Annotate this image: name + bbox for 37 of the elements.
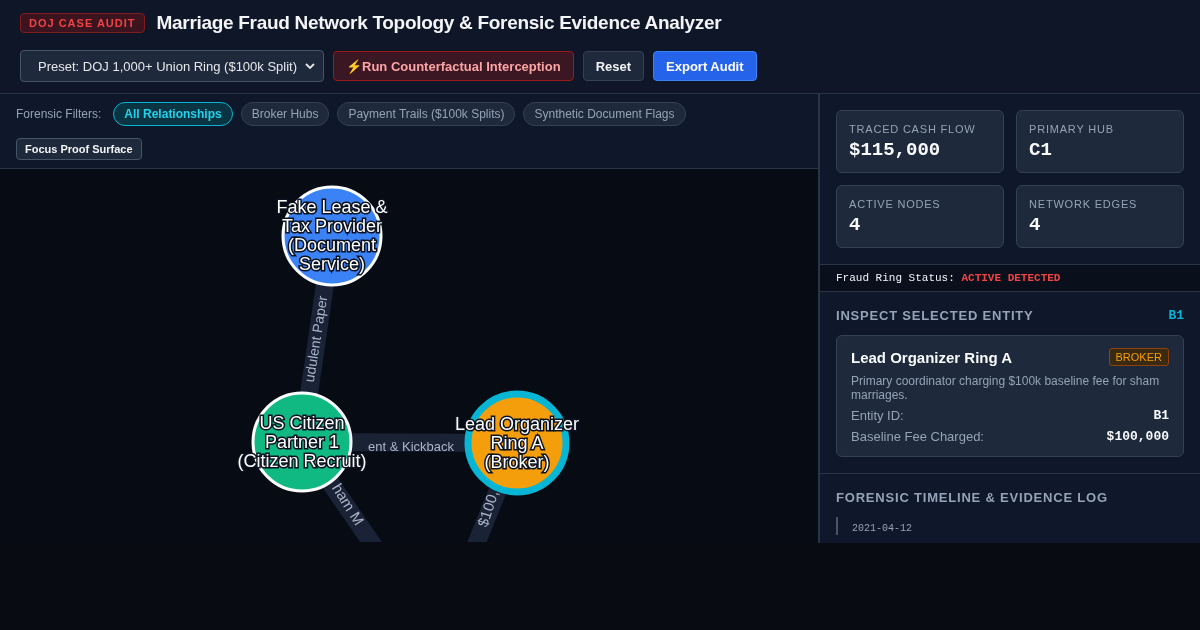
stat-value: $115,000 xyxy=(849,139,942,161)
filter-chip[interactable]: All Relationships xyxy=(113,102,233,126)
filters-label: Forensic Filters: xyxy=(16,107,102,121)
stat-label: TRACED CASH FLOW xyxy=(849,123,977,135)
status-label: Fraud Ring Status: xyxy=(836,272,955,284)
edge-label: $100, xyxy=(473,488,502,529)
field-value: $100,000 xyxy=(1106,429,1169,444)
edge-label: ent & Kickback xyxy=(368,439,454,455)
toolbar-button[interactable]: Export Audit xyxy=(653,51,757,81)
edge-label: udulent Paper xyxy=(301,294,331,384)
stat-label: NETWORK EDGES xyxy=(1029,198,1139,210)
timeline-date: 2021-04-12 xyxy=(852,523,912,534)
entity-description: Primary coordinator charging $100k baseline fee for sham marriages. xyxy=(851,374,1161,402)
field-value: B1 xyxy=(1153,408,1169,423)
case-badge: DOJ CASE AUDIT xyxy=(20,13,145,33)
stat-label: PRIMARY HUB xyxy=(1029,123,1115,135)
chevron-icon xyxy=(305,62,315,70)
field-label: Baseline Fee Charged: xyxy=(851,429,984,444)
stat-value: 4 xyxy=(1029,214,1042,236)
status-value: ACTIVE DETECTED xyxy=(961,272,1061,284)
filter-chip[interactable]: Payment Trails ($100k Splits) xyxy=(337,102,516,126)
entity-id: B1 xyxy=(1168,308,1184,323)
filter-chip[interactable]: Synthetic Document Flags xyxy=(523,102,686,126)
section-heading: INSPECT SELECTED ENTITY xyxy=(836,308,1034,323)
preset-dropdown[interactable]: Preset: DOJ 1,000+ Union Ring ($100k Split) xyxy=(20,50,324,82)
field-label: Entity ID: xyxy=(851,408,904,423)
stat-value: 4 xyxy=(849,214,862,236)
filter-chip[interactable]: Broker Hubs xyxy=(240,102,330,126)
stat-label: ACTIVE NODES xyxy=(849,198,942,210)
section-heading: FORENSIC TIMELINE & EVIDENCE LOG xyxy=(836,490,1109,505)
entity-name: Lead Organizer Ring A xyxy=(851,348,1013,366)
page-title: Marriage Fraud Network Topology & Forensic Evidence Analyzer xyxy=(156,12,722,34)
toolbar-button[interactable]: ⚡Run Counterfactual Interception xyxy=(333,51,574,81)
toolbar-button[interactable]: Reset xyxy=(582,51,645,81)
role-badge: BROKER xyxy=(1108,348,1169,366)
stat-value: C1 xyxy=(1029,139,1053,161)
focus-button[interactable]: Focus Proof Surface xyxy=(16,138,142,160)
